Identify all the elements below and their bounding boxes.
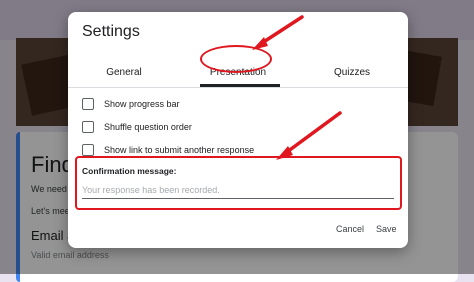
shuffle-question-order-checkbox[interactable] (82, 121, 94, 133)
option-label: Show progress bar (104, 99, 180, 109)
option-label: Shuffle question order (104, 122, 192, 132)
option-label: Show link to submit another response (104, 145, 255, 155)
save-button[interactable]: Save (376, 224, 397, 234)
dialog-title: Settings (82, 23, 140, 40)
show-progress-bar-checkbox[interactable] (82, 98, 94, 110)
cancel-button[interactable]: Cancel (336, 224, 364, 234)
tab-general[interactable]: General (68, 60, 180, 86)
tab-divider (68, 87, 408, 88)
submit-another-response-checkbox[interactable] (82, 144, 94, 156)
confirmation-highlight-box (75, 156, 402, 210)
presentation-highlight-oval (200, 45, 272, 73)
tab-quizzes[interactable]: Quizzes (296, 60, 408, 86)
